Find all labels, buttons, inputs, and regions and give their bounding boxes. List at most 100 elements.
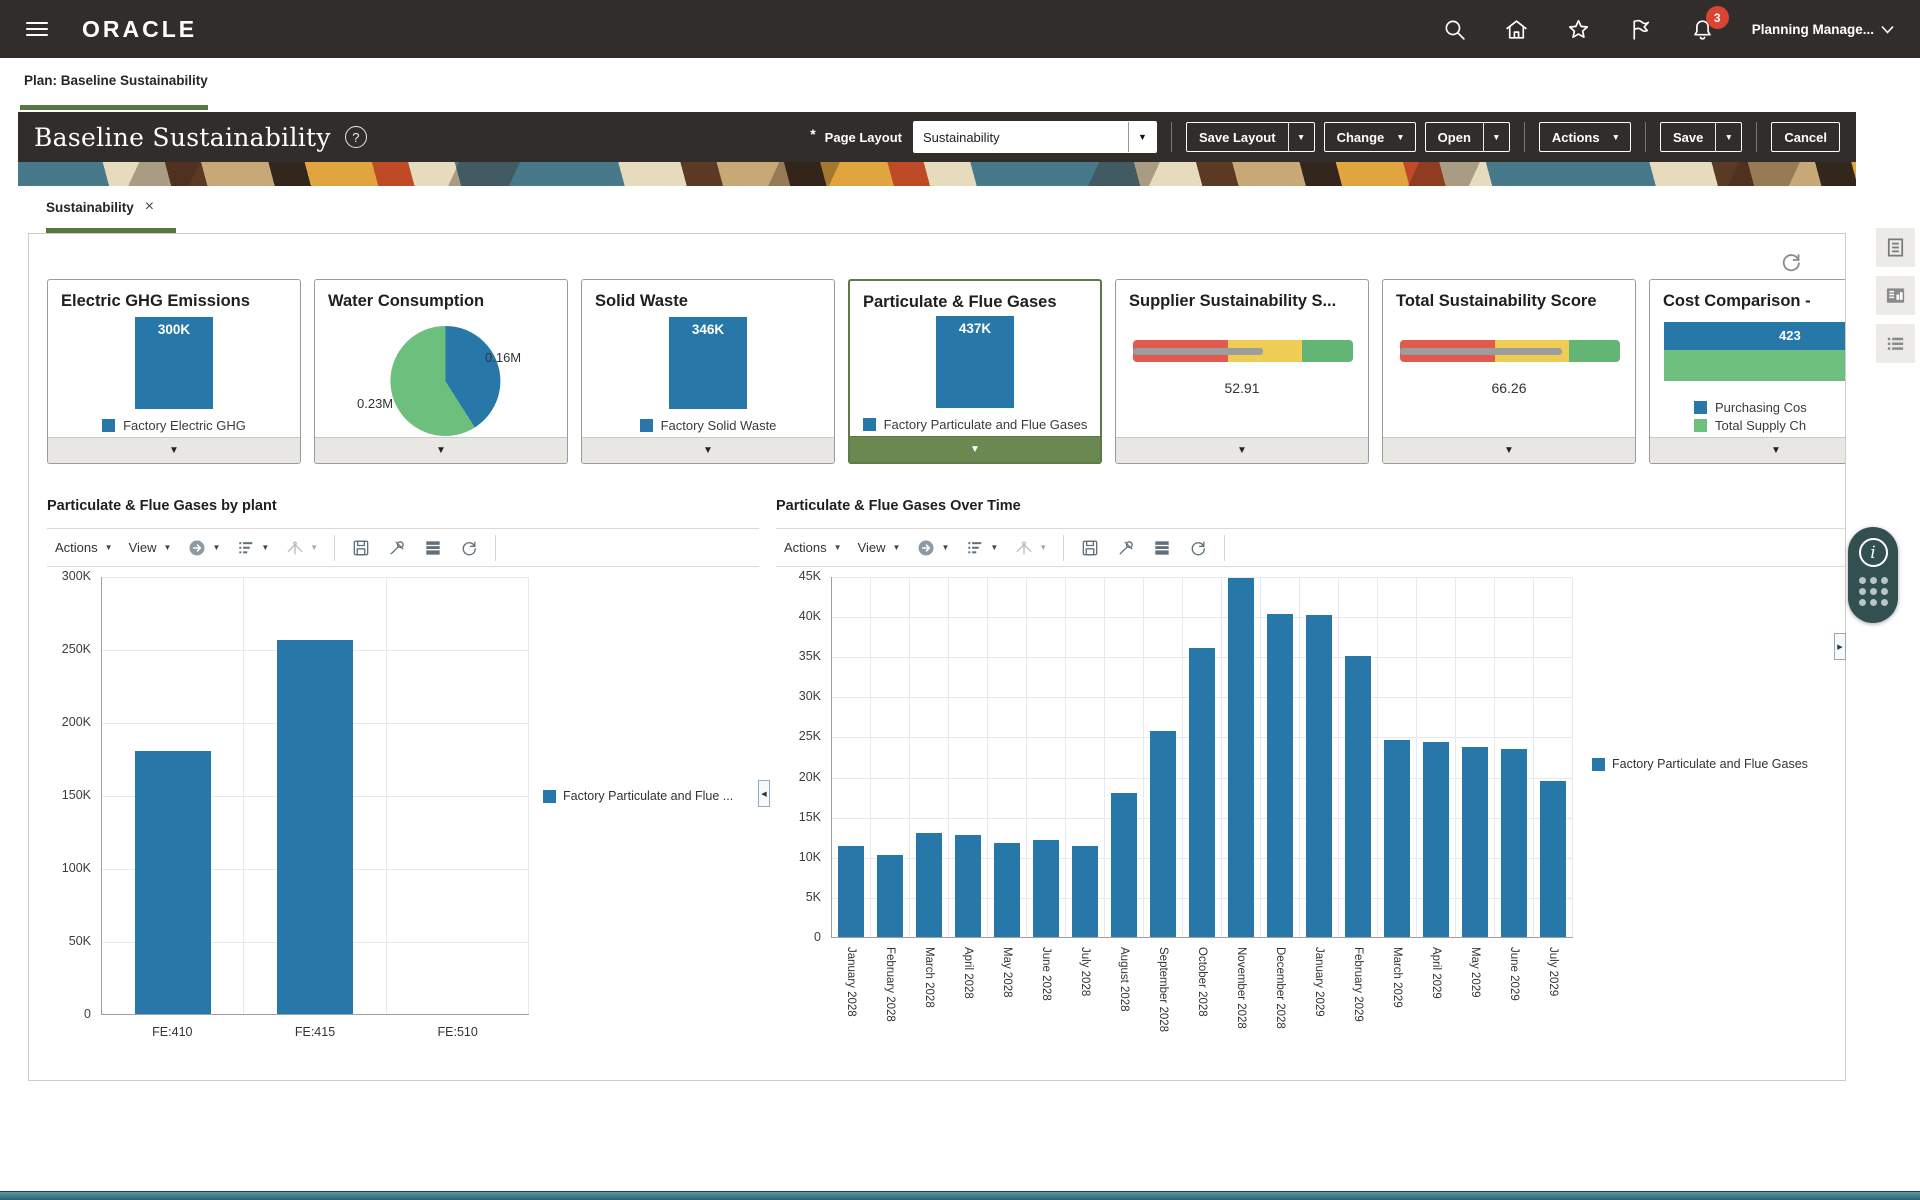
save-button[interactable]: Save ▼: [1660, 122, 1742, 152]
actions-menu[interactable]: Actions▼: [784, 540, 842, 555]
table-view-icon[interactable]: [1152, 538, 1172, 558]
drill-icon[interactable]: ▼: [187, 538, 220, 558]
x-axis-tick-label: May 2028: [1001, 947, 1013, 998]
divider: [334, 535, 335, 561]
gauge-value: 66.26: [1383, 380, 1635, 396]
chart-column: [387, 577, 529, 1014]
chart-column: [1261, 577, 1300, 937]
kpi-card-water-consumption[interactable]: Water Consumption0.16M0.23M▼: [314, 279, 568, 464]
help-icon[interactable]: ?: [345, 126, 367, 148]
card-expand-button[interactable]: ▼: [582, 437, 834, 463]
data-bar: [955, 835, 981, 937]
card-expand-button[interactable]: ▼: [1650, 437, 1846, 463]
drill-icon[interactable]: ▼: [916, 538, 949, 558]
x-axis-tick: February 2028: [870, 940, 909, 1062]
oracle-logo[interactable]: ORACLE: [82, 16, 197, 43]
x-axis-tick: July 2028: [1065, 940, 1104, 1062]
data-bar: [1423, 742, 1449, 937]
x-axis-tick-label: January 2028: [845, 947, 857, 1017]
sort-bars-icon[interactable]: ▼: [965, 538, 998, 558]
x-axis-tick: January 2029: [1300, 940, 1339, 1062]
sort-bars-icon[interactable]: ▼: [236, 538, 269, 558]
change-button[interactable]: Change ▼: [1324, 122, 1416, 152]
x-axis-tick: April 2029: [1417, 940, 1456, 1062]
card-expand-button[interactable]: ▼: [850, 436, 1100, 462]
data-bar: [135, 751, 211, 1014]
x-axis-tick: June 2028: [1026, 940, 1065, 1062]
close-icon[interactable]: ×: [145, 199, 154, 215]
card-expand-button[interactable]: ▼: [1116, 437, 1368, 463]
user-menu[interactable]: Planning Manage...: [1752, 22, 1894, 37]
chart-column: [1105, 577, 1144, 937]
chart-column: [244, 577, 386, 1014]
section-over-time: Particulate & Flue Gases Over Time Actio…: [776, 498, 1845, 1078]
chevron-down-icon: ▼: [169, 446, 179, 456]
card-legend: Purchasing CosTotal Supply Ch: [1650, 400, 1846, 433]
chart-column: [1534, 577, 1573, 937]
favorites-star-icon[interactable]: [1566, 16, 1592, 42]
save-disk-icon[interactable]: [351, 538, 371, 558]
refresh-icon[interactable]: [1779, 250, 1803, 274]
menu-icon[interactable]: [26, 22, 48, 36]
x-axis-tick-label: June 2028: [1040, 947, 1052, 1001]
open-button[interactable]: Open ▼: [1425, 122, 1510, 152]
table-view-icon[interactable]: [423, 538, 443, 558]
tools-icon[interactable]: [1116, 538, 1136, 558]
data-bar: [1462, 747, 1488, 937]
page-layout-select[interactable]: Sustainability ▼: [913, 121, 1157, 153]
page-view-icon[interactable]: [1876, 228, 1915, 267]
notifications-bell-icon[interactable]: 3: [1690, 16, 1716, 42]
data-bar: [1228, 578, 1254, 937]
bar-value-label: 423: [1779, 328, 1801, 343]
actions-menu[interactable]: Actions▼: [55, 540, 113, 555]
kpi-card-supplier-sustainability-score[interactable]: Supplier Sustainability S...52.91▼: [1115, 279, 1369, 464]
refresh-icon[interactable]: [1188, 538, 1208, 558]
kpi-card-cost-comparison[interactable]: Cost Comparison - 423Purchasing CosTotal…: [1649, 279, 1846, 464]
chart-legend: Factory Particulate and Flue Gases: [1592, 757, 1808, 771]
x-axis-tick-label: August 2028: [1118, 947, 1130, 1012]
card-expand-button[interactable]: ▼: [48, 437, 300, 463]
splitter-collapse-right[interactable]: ▶: [1834, 633, 1846, 660]
kpi-card-particulate-flue-gases[interactable]: Particulate & Flue Gases437KFactory Part…: [848, 279, 1102, 464]
y-axis-tick: 15K: [776, 810, 821, 824]
x-axis-tick: July 2029: [1534, 940, 1573, 1062]
x-axis-tick: FE:415: [244, 1017, 387, 1039]
save-disk-icon[interactable]: [1080, 538, 1100, 558]
view-menu[interactable]: View▼: [858, 540, 901, 555]
data-bar: 423: [1664, 322, 1846, 350]
kpi-card-total-sustainability-score[interactable]: Total Sustainability Score66.26▼: [1382, 279, 1636, 464]
card-expand-button[interactable]: ▼: [315, 437, 567, 463]
view-menu[interactable]: View▼: [129, 540, 172, 555]
search-icon[interactable]: [1442, 16, 1468, 42]
data-bar: [994, 843, 1020, 937]
info-icon[interactable]: i: [1859, 538, 1888, 567]
page-layout-dropdown-icon[interactable]: ▼: [1128, 122, 1156, 152]
watchlist-flag-icon[interactable]: [1628, 16, 1654, 42]
data-bar: [1033, 840, 1059, 937]
card-legend: Factory Electric GHG: [48, 418, 300, 433]
kpi-card-electric-ghg-emissions[interactable]: Electric GHG Emissions300KFactory Electr…: [47, 279, 301, 464]
open-dropdown-icon[interactable]: ▼: [1483, 123, 1509, 151]
refresh-icon[interactable]: [459, 538, 479, 558]
kpi-card-solid-waste[interactable]: Solid Waste346KFactory Solid Waste▼: [581, 279, 835, 464]
tools-icon[interactable]: [387, 538, 407, 558]
splitter-collapse-left[interactable]: ◀: [758, 780, 770, 807]
chart-column: [1027, 577, 1066, 937]
save-dropdown-icon[interactable]: ▼: [1715, 123, 1741, 151]
chart-column: [1417, 577, 1456, 937]
dashboard-view-icon[interactable]: [1876, 276, 1915, 315]
tab-sustainability[interactable]: Sustainability ×: [46, 199, 154, 215]
chart-column: [1066, 577, 1105, 937]
keypad-icon[interactable]: [1859, 577, 1888, 606]
save-layout-button[interactable]: Save Layout ▼: [1186, 122, 1315, 152]
pie-chart: [390, 326, 500, 436]
home-icon[interactable]: [1504, 16, 1530, 42]
actions-button[interactable]: Actions ▼: [1539, 122, 1631, 152]
save-layout-dropdown-icon[interactable]: ▼: [1288, 123, 1314, 151]
data-bar: 437K: [936, 316, 1014, 408]
x-axis-tick: FE:510: [386, 1017, 529, 1039]
card-expand-button[interactable]: ▼: [1383, 437, 1635, 463]
page-layout-value[interactable]: Sustainability: [914, 122, 1128, 152]
list-view-icon[interactable]: [1876, 324, 1915, 363]
cancel-button[interactable]: Cancel: [1771, 122, 1840, 152]
